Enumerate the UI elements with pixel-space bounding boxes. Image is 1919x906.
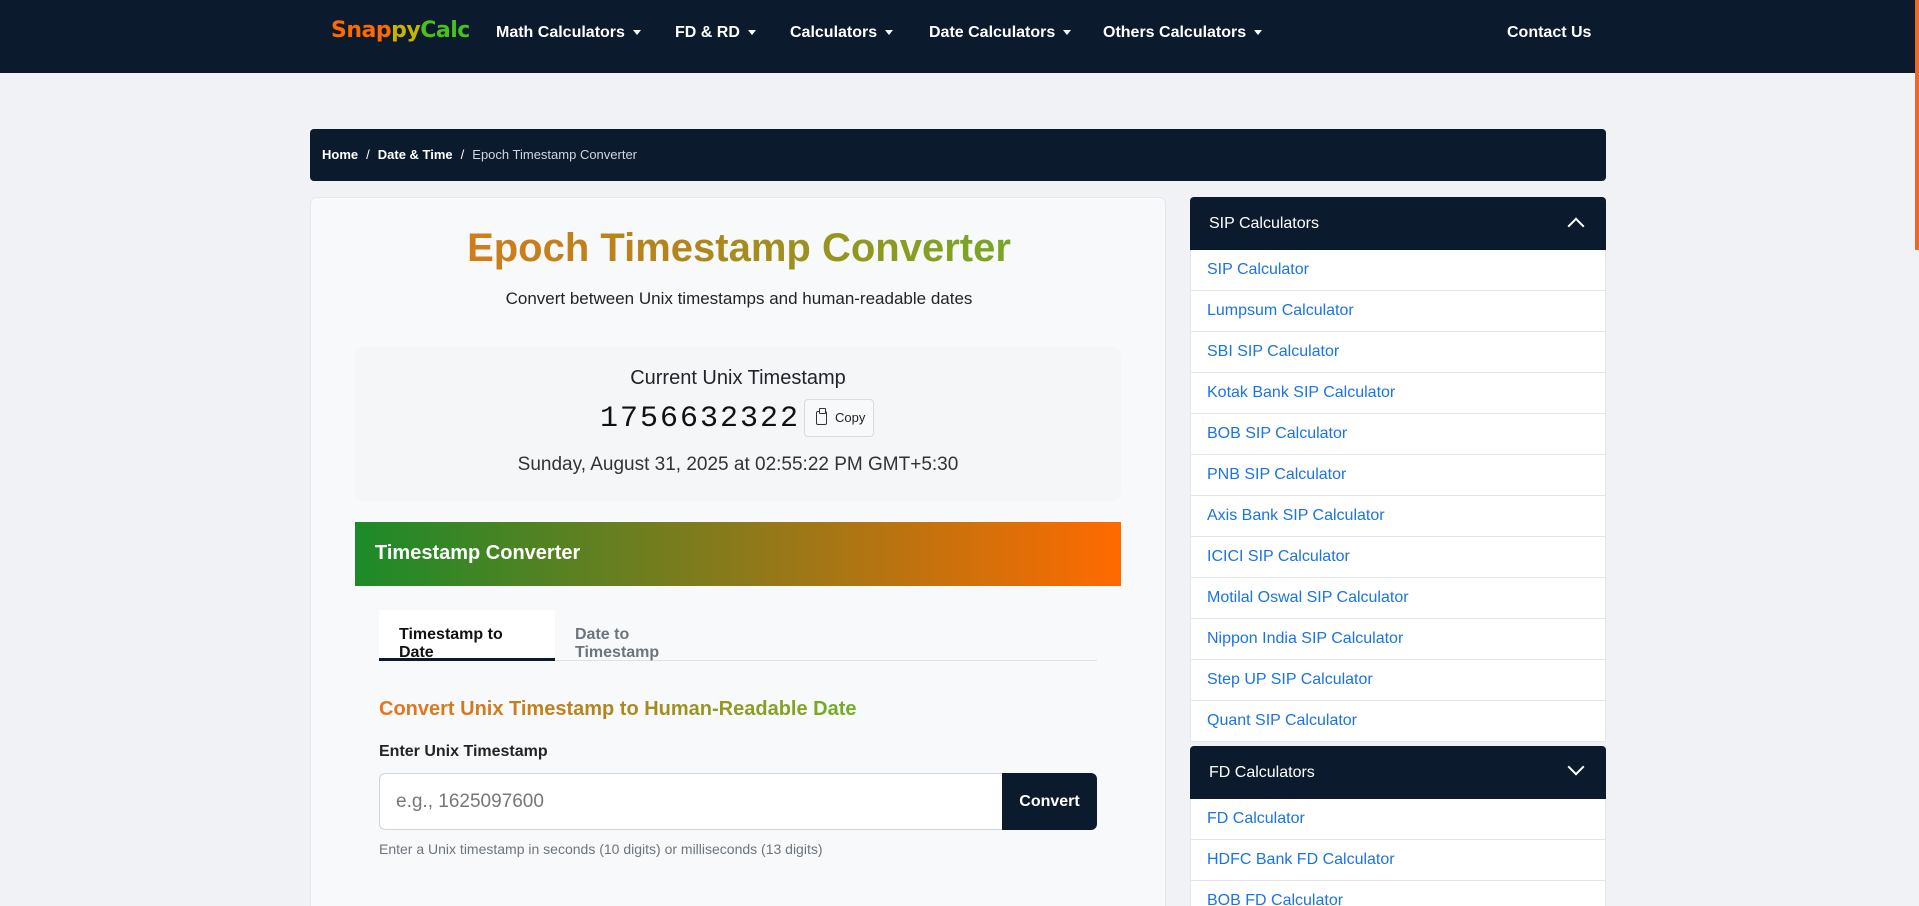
current-timestamp-value: 1756632322 [600,402,801,436]
timestamp-input-label: Enter Unix Timestamp [379,743,548,760]
sidebar-item-hdfc-fd-calculator[interactable]: HDFC Bank FD Calculator [1190,840,1606,881]
nav-label: Date Calculators [929,24,1056,41]
page-subtitle: Convert between Unix timestamps and huma… [505,289,973,308]
nav-contact-us[interactable]: Contact Us [1507,24,1591,42]
current-date-text: Sunday, August 31, 2025 at 02:55:22 PM G… [517,454,959,475]
converter-card: Epoch Timestamp Converter Convert betwee… [310,197,1166,906]
chevron-down-icon [1567,758,1585,776]
current-timestamp-panel: Current Unix Timestamp 1756632322 Copy S… [355,347,1121,501]
section-title: Convert Unix Timestamp to Human-Readable… [379,698,857,720]
nav-fd-rd[interactable]: FD & RD [675,24,756,42]
nav-math-calculators[interactable]: Math Calculators [496,24,641,42]
sidebar-item-sbi-sip-calculator[interactable]: SBI SIP Calculator [1190,332,1606,373]
page-scrollbar[interactable] [1915,0,1919,250]
brand-part-2: py [391,18,421,43]
nav-label: Others Calculators [1103,24,1247,41]
accordion-title: FD Calculators [1209,764,1315,781]
chevron-up-icon [1567,217,1585,235]
sidebar: SIP Calculators SIP Calculator Lumpsum C… [1190,197,1606,906]
brand-part-3: Calc [420,18,470,43]
converter-header: Timestamp Converter [355,522,1121,586]
caret-down-icon [885,30,894,36]
accordion-fd-calculators[interactable]: FD Calculators [1190,746,1606,799]
brand-part-1: Snap [331,18,392,43]
clipboard-icon [816,408,827,425]
nav-label: FD & RD [675,24,740,41]
sidebar-item-pnb-sip-calculator[interactable]: PNB SIP Calculator [1190,455,1606,496]
sidebar-item-quant-sip-calculator[interactable]: Quant SIP Calculator [1190,701,1606,742]
accordion-title: SIP Calculators [1209,215,1319,232]
caret-down-icon [1254,30,1263,36]
sidebar-item-fd-calculator[interactable]: FD Calculator [1190,799,1606,840]
breadcrumb-date-time[interactable]: Date & Time [378,147,453,162]
sidebar-item-motilal-sip-calculator[interactable]: Motilal Oswal SIP Calculator [1190,578,1606,619]
converter-tabs: Timestamp to Date Date to Timestamp [379,610,1097,661]
breadcrumb: Home / Date & Time / Epoch Timestamp Convert… [310,129,1606,181]
nav-label: Calculators [790,24,878,41]
breadcrumb-home[interactable]: Home [322,147,358,162]
sidebar-item-lumpsum-calculator[interactable]: Lumpsum Calculator [1190,291,1606,332]
caret-down-icon [1063,30,1072,36]
breadcrumb-current: Epoch Timestamp Converter [472,147,638,162]
sidebar-item-bob-fd-calculator[interactable]: BOB FD Calculator [1190,881,1606,906]
sidebar-item-icici-sip-calculator[interactable]: ICICI SIP Calculator [1190,537,1606,578]
timestamp-help-text: Enter a Unix timestamp in seconds (10 di… [379,841,823,857]
caret-down-icon [747,30,756,36]
nav-others-calculators[interactable]: Others Calculators [1103,24,1263,42]
copy-label: Copy [835,410,866,425]
convert-button[interactable]: Convert [1002,773,1097,830]
accordion-sip-calculators[interactable]: SIP Calculators [1190,197,1606,250]
tab-date-to-timestamp[interactable]: Date to Timestamp [555,610,735,661]
sidebar-item-sip-calculator[interactable]: SIP Calculator [1190,250,1606,291]
copy-button[interactable]: Copy [804,399,874,437]
brand-logo[interactable]: SnappyCalc [331,18,470,43]
top-navbar: SnappyCalc Math Calculators FD & RD Calc… [0,0,1919,73]
timestamp-input[interactable] [379,773,1002,830]
caret-down-icon [632,30,641,36]
sidebar-item-bob-sip-calculator[interactable]: BOB SIP Calculator [1190,414,1606,455]
nav-calculators[interactable]: Calculators [790,24,894,42]
breadcrumb-separator: / [366,147,370,162]
current-timestamp-label: Current Unix Timestamp [630,367,846,389]
sidebar-item-kotak-sip-calculator[interactable]: Kotak Bank SIP Calculator [1190,373,1606,414]
breadcrumb-separator: / [460,147,465,162]
sidebar-item-nippon-sip-calculator[interactable]: Nippon India SIP Calculator [1190,619,1606,660]
nav-date-calculators[interactable]: Date Calculators [929,24,1072,42]
sidebar-item-axis-sip-calculator[interactable]: Axis Bank SIP Calculator [1190,496,1606,537]
page-title: Epoch Timestamp Converter [311,226,1167,271]
tab-timestamp-to-date[interactable]: Timestamp to Date [379,610,555,661]
nav-label: Math Calculators [496,24,625,41]
sidebar-item-stepup-sip-calculator[interactable]: Step UP SIP Calculator [1190,660,1606,701]
